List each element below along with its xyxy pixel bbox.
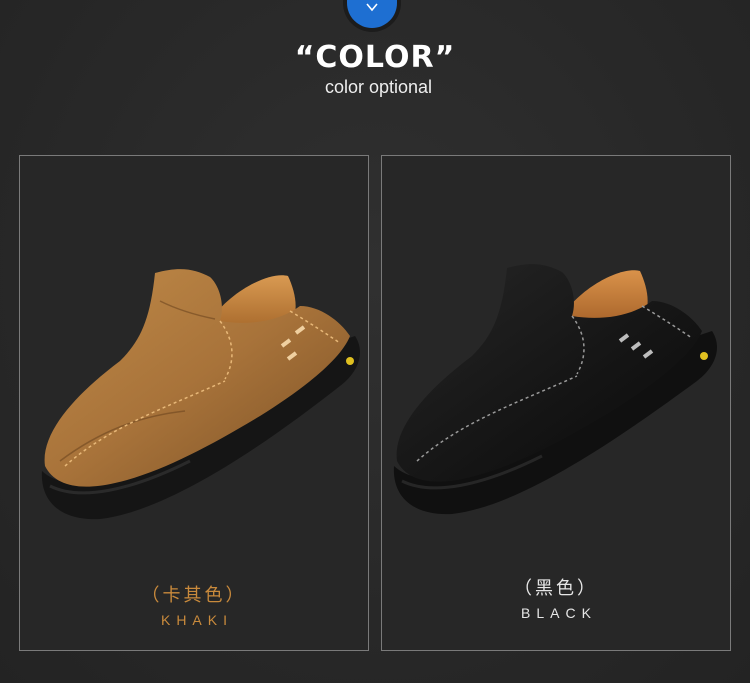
header-badge xyxy=(343,0,401,32)
shoe-image-black xyxy=(393,264,717,515)
chevron-down-icon xyxy=(364,0,380,15)
color-option-black[interactable]: （黑色） BLACK xyxy=(381,155,731,651)
color-option-khaki[interactable]: （卡其色） KHAKI xyxy=(19,155,369,651)
page: “COLOR” color optional （卡其色） KHAKI （黑色） … xyxy=(0,0,750,683)
shoe-image-khaki xyxy=(41,269,360,520)
section-title: “COLOR” xyxy=(294,40,456,75)
color-name-cn: （黑色） xyxy=(514,578,598,599)
section-subtitle: color optional xyxy=(324,77,433,97)
badge-circle xyxy=(347,0,397,28)
color-name-cn: （卡其色） xyxy=(141,585,247,606)
color-name-en: BLACK xyxy=(521,605,597,621)
color-name-en: KHAKI xyxy=(160,612,233,628)
